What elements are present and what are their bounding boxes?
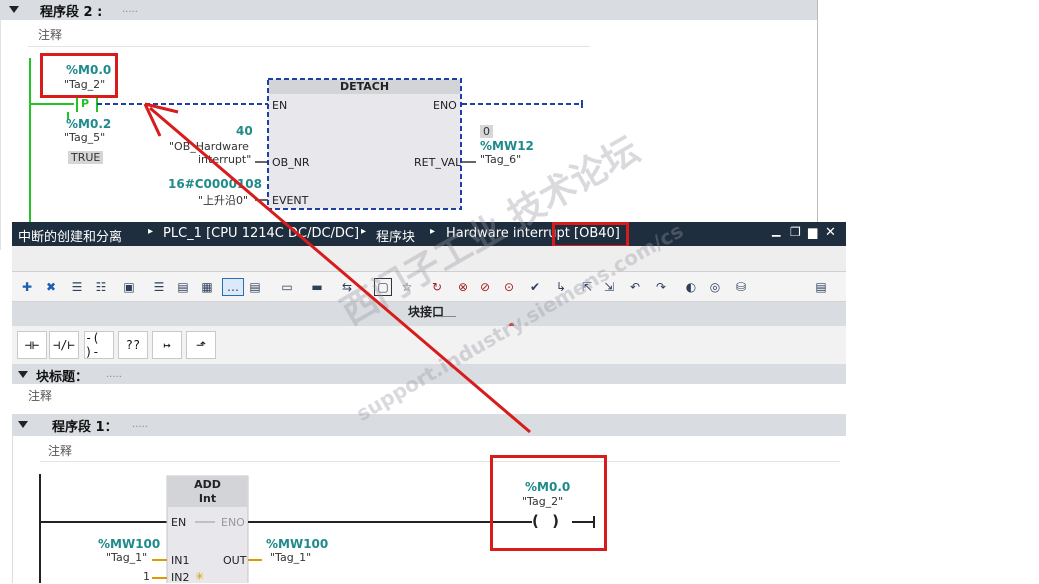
breadcrumb-sep-2: ▸	[361, 226, 367, 237]
network1-dots: .....	[132, 419, 148, 430]
open-branch-button[interactable]: ↦	[152, 331, 182, 359]
out-tag: "Tag_1"	[270, 551, 312, 564]
absolute-icon[interactable]: ☰	[150, 278, 168, 296]
breadcrumb-program-blocks[interactable]: 程序块	[376, 226, 415, 245]
obnr-tag-line1: "OB_Hardware	[169, 140, 249, 153]
obnr-tag-line2: interrupt"	[198, 153, 252, 166]
database-icon[interactable]: ⛁	[732, 278, 750, 296]
out-address[interactable]: %MW100	[266, 537, 328, 551]
side-panel-icon[interactable]: ▤	[812, 278, 830, 296]
network-close-icon[interactable]: ▦	[198, 278, 216, 296]
network1-header[interactable]: 程序段 1： .....	[12, 414, 846, 436]
block-interface-bar[interactable]: 块接口	[12, 302, 846, 326]
coil-address[interactable]: %M0.0	[525, 480, 570, 494]
edge-monitor-value: TRUE	[68, 151, 104, 164]
network2-rung	[29, 58, 583, 222]
add-row-icon[interactable]: ☷	[92, 278, 110, 296]
event-tag: "上升沿0"	[198, 194, 249, 207]
detach-retval-pin: RET_VAL	[414, 156, 462, 169]
insert-network-icon[interactable]: ✚	[18, 278, 36, 296]
detach-eno-pin: ENO	[433, 99, 457, 112]
add-in1-pin: IN1	[171, 554, 190, 567]
close-icon[interactable]: ✕	[825, 225, 836, 240]
breadcrumb-plc[interactable]: PLC_1 [CPU 1214C DC/DC/DC]	[163, 226, 359, 241]
add-block-type[interactable]: Int	[168, 492, 247, 505]
network1-collapse-icon[interactable]	[18, 421, 28, 428]
nc-contact-button[interactable]: ⊣/⊢	[49, 331, 79, 359]
delete-network-icon[interactable]: ✖	[42, 278, 60, 296]
add-eno-pin: ENO	[221, 516, 245, 529]
goto-icon[interactable]: ▬	[308, 278, 326, 296]
close-branch-button[interactable]: ⬏	[186, 331, 216, 359]
block-title-dots: .....	[106, 369, 122, 380]
back-icon[interactable]: ↶	[626, 278, 644, 296]
in1-tag: "Tag_1"	[106, 551, 148, 564]
check-icon[interactable]: ✔	[526, 278, 544, 296]
detach-event-pin: EVENT	[272, 194, 309, 207]
coil-tag: "Tag_2"	[522, 495, 564, 508]
network-open-icon[interactable]: ▤	[174, 278, 192, 296]
empty-box-button[interactable]: ??	[118, 331, 148, 359]
local-var-icon[interactable]: ▣	[120, 278, 138, 296]
restore-icon[interactable]: ❐	[790, 225, 801, 239]
edge-tag: "Tag_5"	[64, 131, 106, 144]
retval-tag: "Tag_6"	[480, 153, 522, 166]
network1-title: 程序段 1：	[52, 420, 118, 435]
in2-value[interactable]: 1	[143, 570, 150, 583]
interface-grip-icon[interactable]	[436, 316, 456, 321]
favorites-icon[interactable]: ▤	[246, 278, 264, 296]
add-block-name[interactable]: ADD	[168, 478, 247, 491]
block-title-label: 块标题：	[36, 370, 89, 385]
colors-icon[interactable]: ◐	[682, 278, 700, 296]
rung-delete-icon[interactable]: ⊗	[454, 278, 472, 296]
coil-symbol[interactable]: ( )	[532, 512, 563, 530]
breadcrumb-sep-1: ▸	[148, 226, 154, 237]
glasses-icon[interactable]: ◎	[706, 278, 724, 296]
block-title-collapse-icon[interactable]	[18, 371, 28, 378]
block-comment: 注释	[28, 389, 53, 403]
detach-block-title[interactable]: DETACH	[269, 80, 460, 93]
edge-address: %M0.2	[66, 117, 112, 131]
retval-address[interactable]: %MW12	[480, 139, 534, 153]
breadcrumb-project[interactable]: 中断的创建和分离	[18, 226, 122, 245]
event-value[interactable]: 16#C0000108	[168, 177, 262, 191]
detach-en-pin: EN	[272, 99, 288, 112]
add-in2-star-icon: ✳	[195, 570, 205, 583]
coil-button[interactable]: -( )-	[84, 331, 114, 359]
minimize-icon[interactable]: ▁	[772, 224, 780, 237]
comment-icon[interactable]: …	[222, 278, 244, 296]
no-contact-button[interactable]: ⊣⊢	[17, 331, 47, 359]
add-en-pin: EN	[171, 516, 187, 529]
retval-monitor-value: 0	[480, 125, 493, 138]
p-contact-label: P	[81, 97, 90, 110]
ob40-highlight-box	[552, 222, 629, 248]
maximize-icon[interactable]: ▆	[808, 225, 817, 239]
contact-address: %M0.0	[66, 63, 112, 77]
call-delete-icon[interactable]: ⊙	[500, 278, 518, 296]
add-in2-pin: IN2	[171, 571, 190, 584]
contact-tag: "Tag_2"	[64, 78, 106, 91]
call-icon[interactable]: ⊘	[476, 278, 494, 296]
monitor-icon[interactable]: ▭	[278, 278, 296, 296]
add-out-pin: OUT	[223, 554, 247, 567]
in1-address[interactable]: %MW100	[98, 537, 160, 551]
insert-row-icon[interactable]: ☰	[68, 278, 86, 296]
obnr-value[interactable]: 40	[236, 124, 253, 138]
forward-icon[interactable]: ↷	[652, 278, 670, 296]
detach-obnr-pin: OB_NR	[272, 156, 310, 169]
